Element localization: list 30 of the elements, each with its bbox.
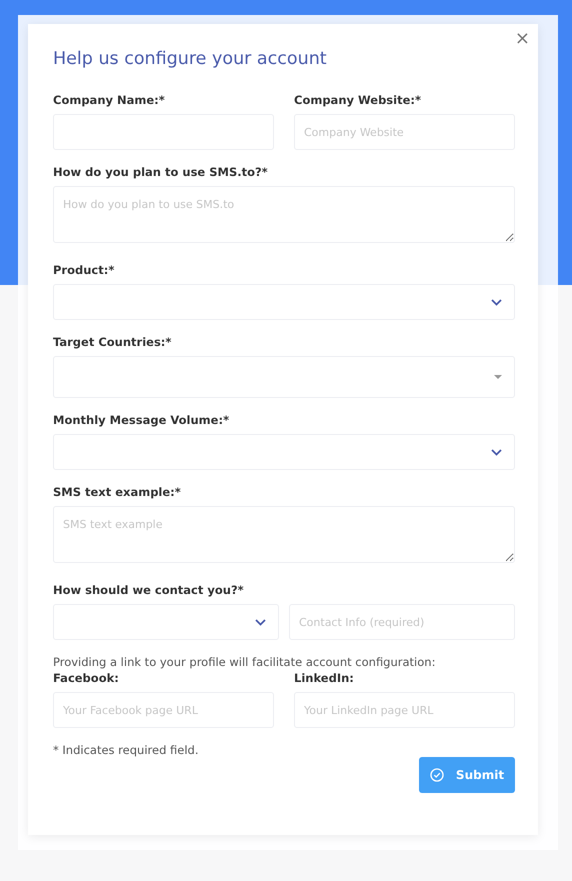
field-label: Monthly Message Volume:* <box>53 412 230 428</box>
field-label: LinkedIn: <box>294 670 355 686</box>
text-area[interactable]: How do you plan to use SMS.to <box>53 186 515 243</box>
text-field[interactable]: Your LinkedIn page URL <box>294 692 515 728</box>
text-area[interactable]: SMS text example <box>53 506 515 563</box>
hint-text: Providing a link to your profile will facilitate account configuration: <box>53 654 436 670</box>
chevron-down-icon <box>491 298 502 306</box>
close-button[interactable]: × <box>512 28 532 50</box>
select-field[interactable] <box>53 604 279 640</box>
chevron-down-icon <box>491 448 502 456</box>
field-label: SMS text example:* <box>53 484 182 500</box>
text-field[interactable]: Company Website <box>294 114 515 150</box>
select-field[interactable] <box>53 434 515 470</box>
text-field[interactable]: Contact Info (required) <box>289 604 515 640</box>
caret-down-icon <box>494 375 502 379</box>
chevron-down-icon <box>255 618 266 626</box>
dialog-title: Help us configure your account <box>53 48 328 70</box>
field-label: How do you plan to use SMS.to?* <box>53 164 269 180</box>
field-label: Company Name:* <box>53 92 166 108</box>
field-label: Target Countries:* <box>53 334 172 350</box>
required-field-note: * Indicates required field. <box>53 742 200 759</box>
field-label: Facebook: <box>53 670 120 686</box>
field-label: Company Website:* <box>294 92 422 108</box>
field-label: How should we contact you?* <box>53 582 245 598</box>
submit-button[interactable]: Submit <box>419 757 515 794</box>
text-field[interactable]: Your Facebook page URL <box>53 692 274 728</box>
multi-select-field[interactable] <box>53 356 515 398</box>
check-circle-icon <box>430 768 444 782</box>
field-label: Product:* <box>53 262 116 278</box>
select-field[interactable] <box>53 284 515 320</box>
